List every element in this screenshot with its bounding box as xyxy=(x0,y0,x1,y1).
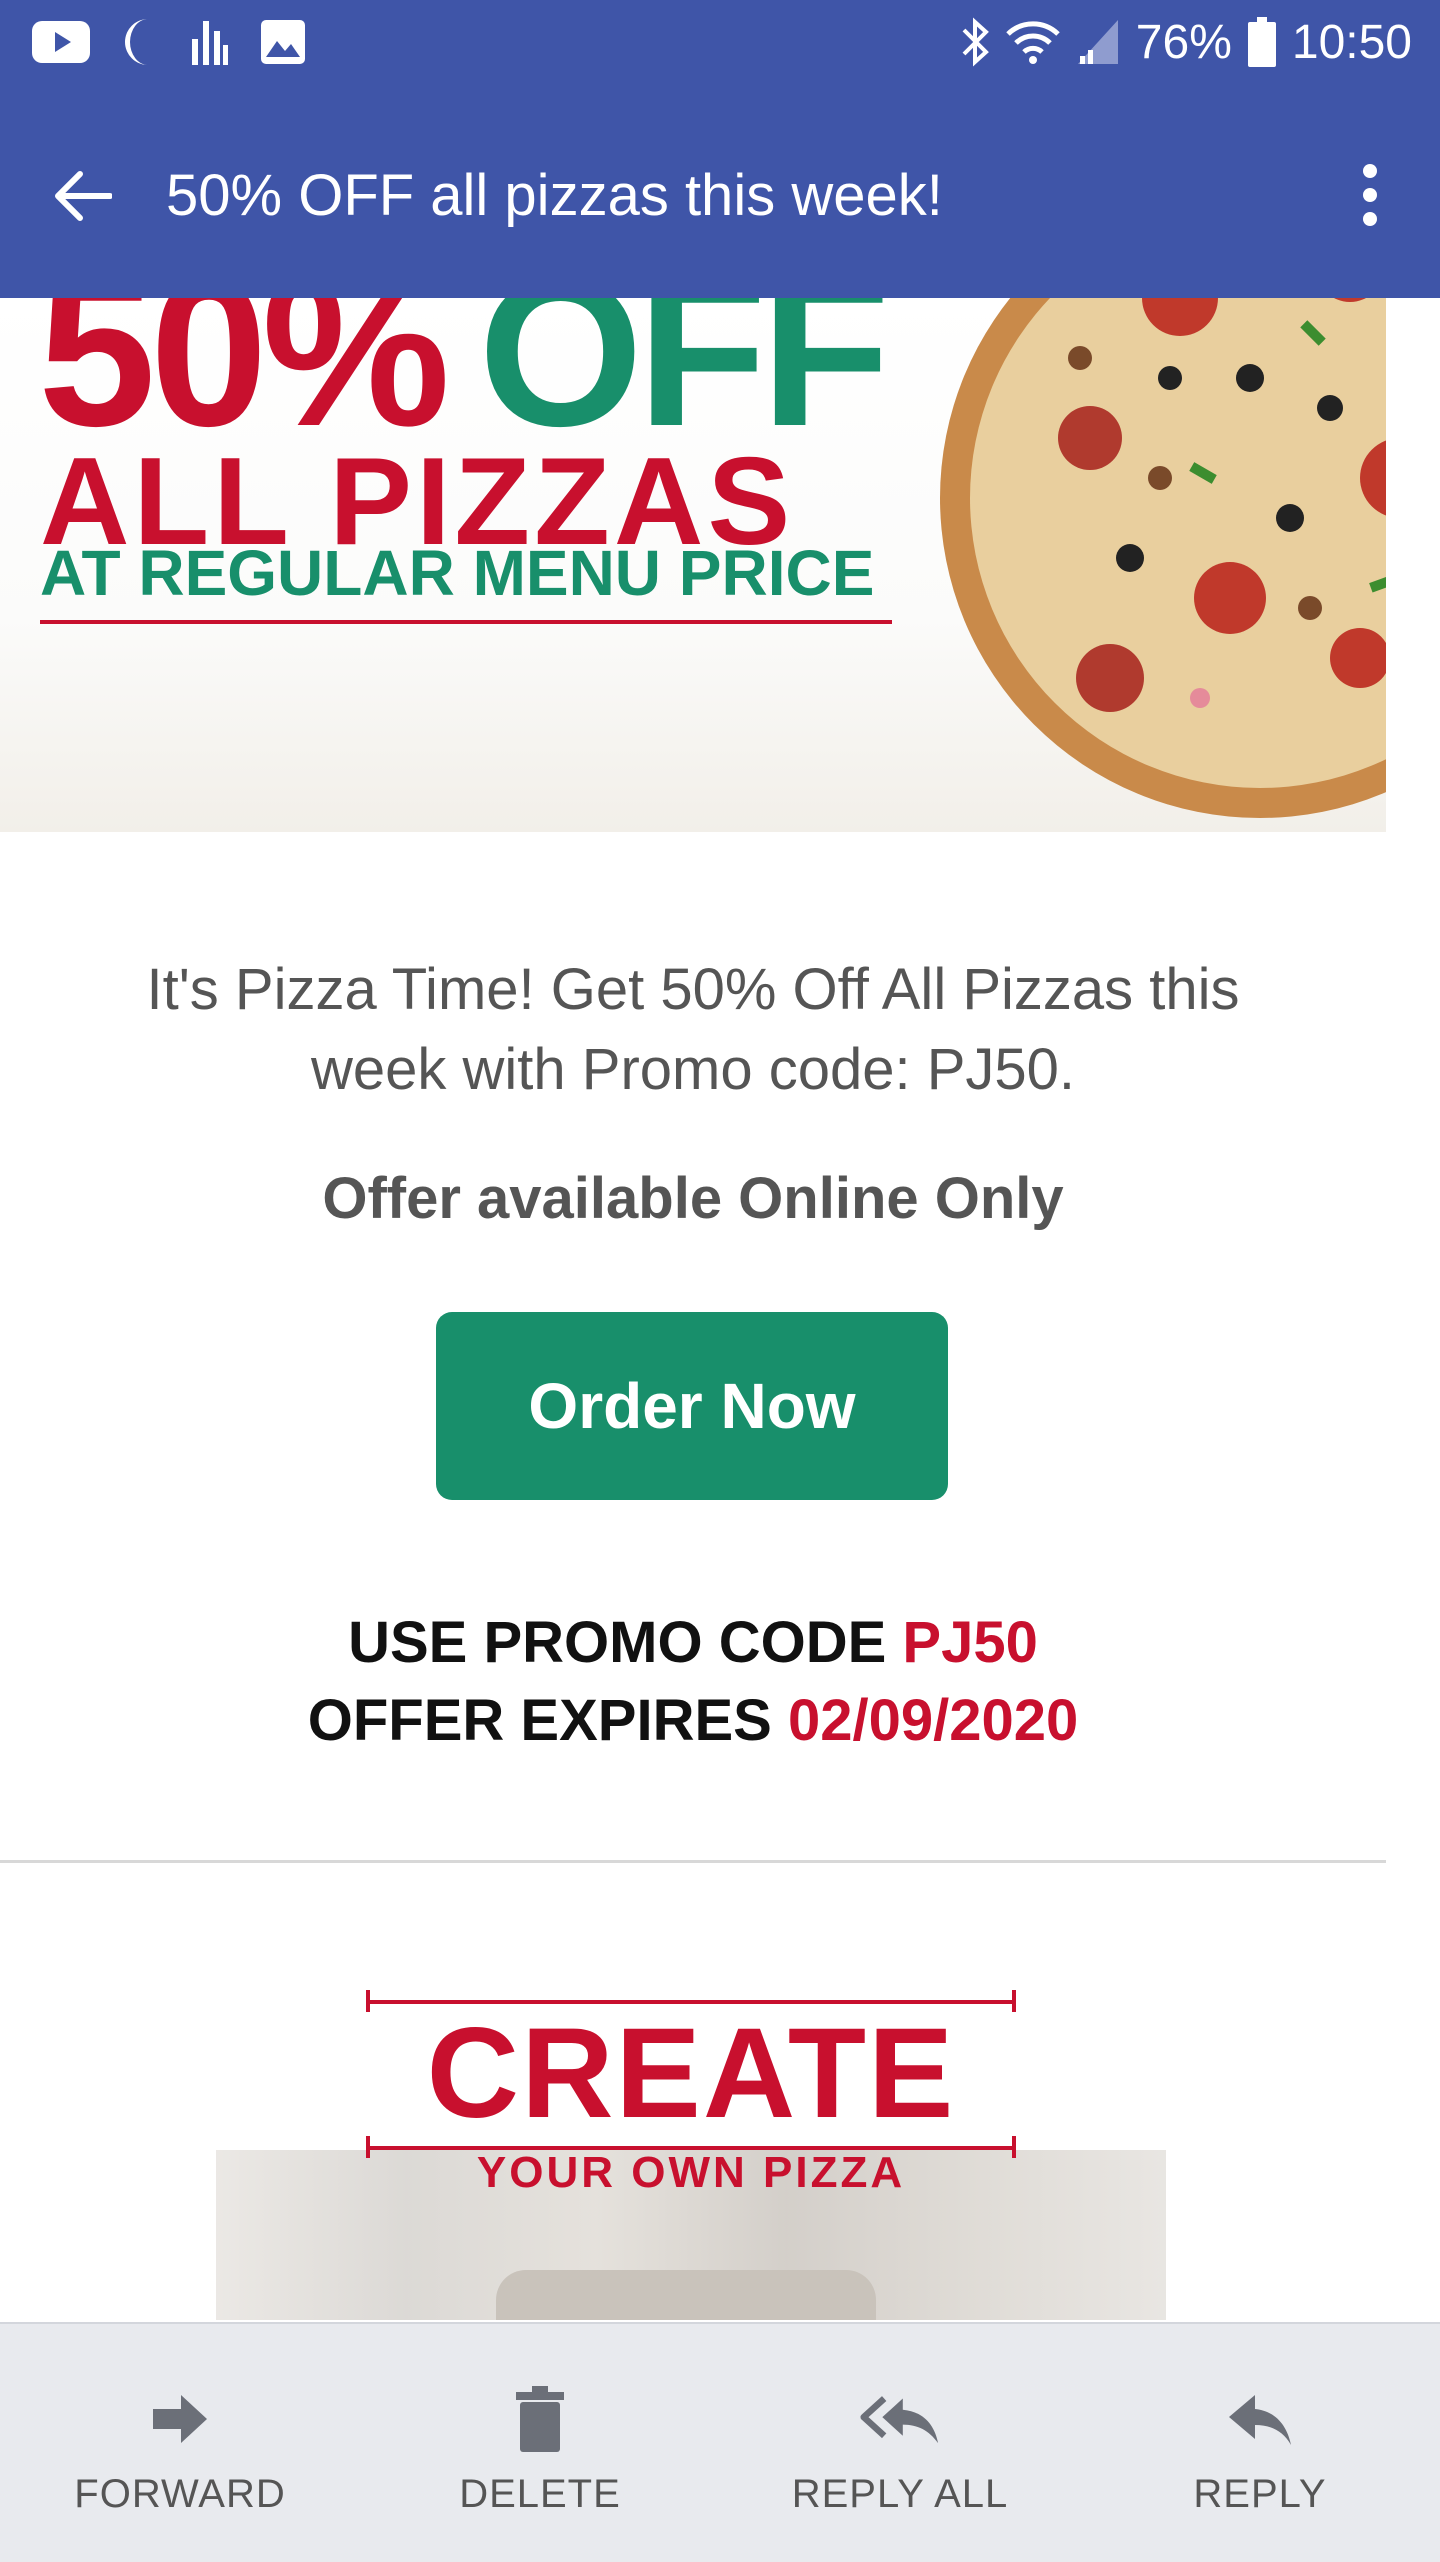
offer-expires-label: OFFER EXPIRES xyxy=(307,1688,772,1753)
more-vert-icon xyxy=(1360,163,1380,227)
forward-label: FORWARD xyxy=(74,2472,286,2516)
forward-button[interactable]: FORWARD xyxy=(0,2324,360,2562)
create-banner-plate xyxy=(496,2270,876,2320)
create-your-own-pizza-banner[interactable]: CREATE YOUR OWN PIZZA xyxy=(216,1990,1166,2320)
battery-percent: 76% xyxy=(1135,15,1232,69)
offer-expires-date: 02/09/2020 xyxy=(787,1688,1079,1753)
youtube-icon xyxy=(32,21,90,63)
status-bar: 76% 10:50 xyxy=(0,0,1440,84)
reply-all-label: REPLY ALL xyxy=(791,2472,1009,2516)
banner-regular-price: AT REGULAR MENU PRICE xyxy=(40,537,875,609)
signal-bars-icon xyxy=(190,17,230,67)
email-subject-title: 50% OFF all pizzas this week! xyxy=(166,163,943,228)
promo-code-value: PJ50 xyxy=(902,1610,1038,1675)
section-divider xyxy=(0,1860,1386,1863)
forward-icon xyxy=(140,2384,220,2454)
delete-button[interactable]: DELETE xyxy=(360,2324,720,2562)
create-top-rule-left-tick xyxy=(366,1990,370,2012)
online-only-text: Offer available Online Only xyxy=(322,1166,1064,1231)
email-action-toolbar: FORWARD DELETE REPLY ALL REPLY xyxy=(0,2322,1440,2562)
pizza-image xyxy=(940,298,1386,818)
create-subtitle: YOUR OWN PIZZA xyxy=(476,2148,906,2197)
wifi-icon xyxy=(1006,18,1060,66)
image-icon xyxy=(260,19,306,65)
reply-all-button[interactable]: REPLY ALL xyxy=(720,2324,1080,2562)
delete-label: DELETE xyxy=(459,2472,621,2516)
cell-signal-icon xyxy=(1076,18,1120,66)
intro-text: It's Pizza Time! Get 50% Off All Pizzas … xyxy=(146,957,1240,1102)
clock: 10:50 xyxy=(1291,15,1412,69)
order-now-button[interactable]: Order Now xyxy=(436,1312,948,1500)
trash-icon xyxy=(500,2384,580,2454)
app-bar: 50% OFF all pizzas this week! xyxy=(0,84,1440,298)
promo-code-line: USE PROMO CODE PJ50 xyxy=(0,1604,1386,1682)
create-top-rule-right-tick xyxy=(1012,1990,1016,2012)
reply-button[interactable]: REPLY xyxy=(1080,2324,1440,2562)
more-options-button[interactable] xyxy=(1330,150,1410,240)
reply-all-icon xyxy=(860,2384,940,2454)
reply-label: REPLY xyxy=(1193,2472,1327,2516)
arrow-back-icon xyxy=(52,170,112,222)
offer-expires-line: OFFER EXPIRES 02/09/2020 xyxy=(0,1682,1386,1760)
promo-banner-image[interactable]: 50% OFF ALL PIZZAS AT REGULAR MENU PRICE xyxy=(0,298,1386,832)
moon-icon xyxy=(120,17,160,67)
bluetooth-icon xyxy=(960,16,990,68)
promo-block: USE PROMO CODE PJ50 OFFER EXPIRES 02/09/… xyxy=(0,1604,1386,1760)
banner-rule xyxy=(40,620,892,624)
reply-icon xyxy=(1220,2384,1300,2454)
create-title: CREATE xyxy=(426,2002,956,2145)
back-button[interactable] xyxy=(40,154,124,238)
promo-code-label: USE PROMO CODE xyxy=(348,1610,887,1675)
battery-icon xyxy=(1247,17,1276,67)
